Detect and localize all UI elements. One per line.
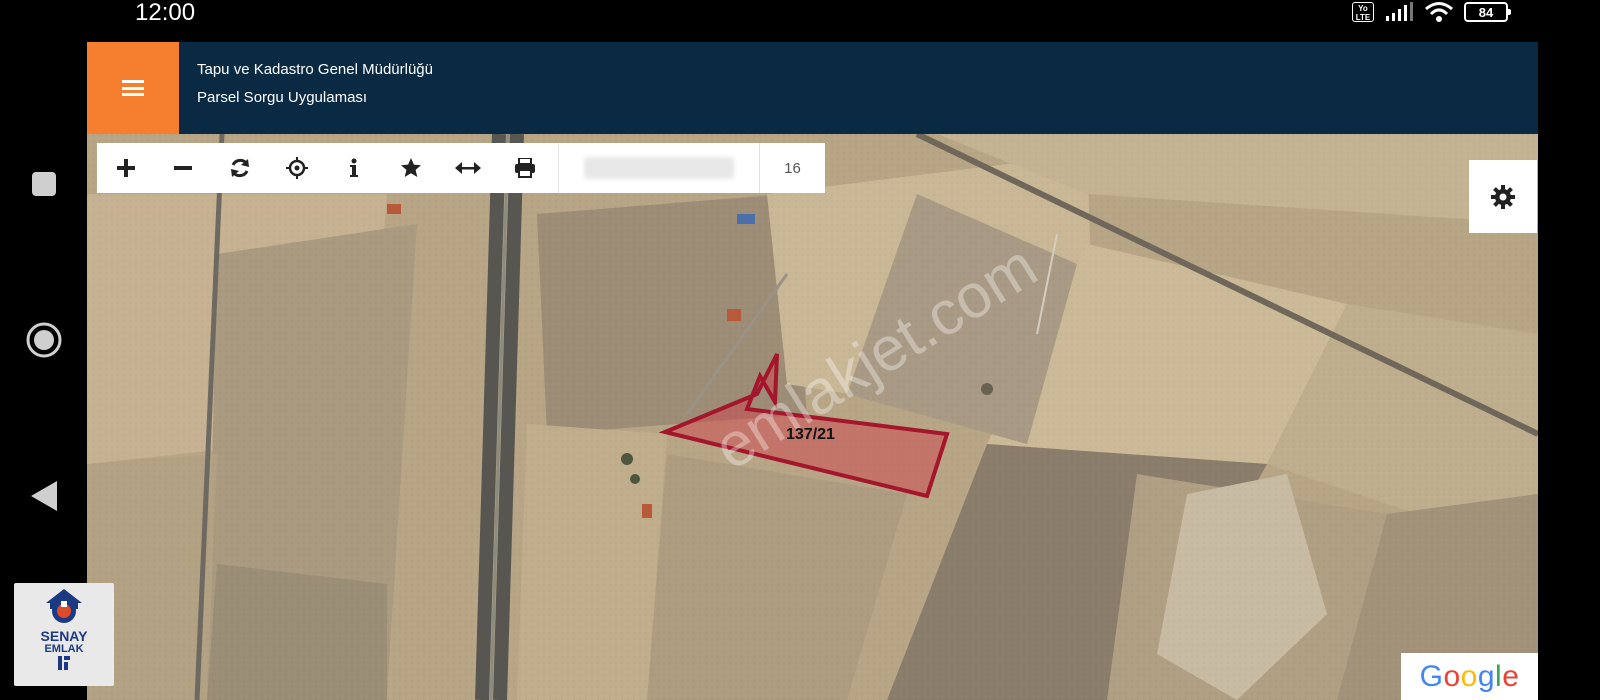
volte-icon: Yo LTE — [1352, 2, 1374, 22]
locate-button[interactable] — [268, 143, 325, 193]
back-triangle-icon — [31, 481, 57, 511]
clock: 12:00 — [135, 0, 196, 26]
square-icon — [32, 172, 56, 196]
info-icon — [349, 158, 358, 177]
info-button[interactable] — [325, 143, 382, 193]
zoom-level-field[interactable]: 16 — [759, 143, 825, 193]
header-title: Tapu ve Kadastro Genel Müdürlüğü — [197, 61, 433, 78]
printer-icon — [514, 158, 535, 178]
parcel-label[interactable]: 137/21 — [786, 426, 835, 444]
satellite-map[interactable]: emlakjet.com 137/21 — [87, 134, 1538, 700]
logo-title: SENAY — [40, 628, 88, 644]
status-icons: Yo LTE 84 — [1352, 0, 1511, 24]
plus-icon — [116, 159, 135, 177]
settings-button[interactable] — [1469, 160, 1537, 233]
app-header: Tapu ve Kadastro Genel Müdürlüğü Parsel … — [87, 42, 1538, 134]
senay-emlak-logo: SENAY EMLAK — [14, 583, 114, 686]
zoom-out-button[interactable] — [154, 143, 211, 193]
redacted-search-value — [584, 157, 734, 179]
star-icon — [400, 158, 421, 177]
header-subtitle: Parsel Sorgu Uygulaması — [197, 89, 368, 106]
refresh-button[interactable] — [211, 143, 268, 193]
signal-icon — [1386, 2, 1413, 21]
crosshair-icon — [285, 157, 308, 179]
gear-icon — [1491, 184, 1515, 209]
home-button[interactable] — [22, 318, 66, 362]
status-bar: 12:00 Yo LTE 84 — [87, 0, 1538, 42]
zoom-in-button[interactable] — [97, 143, 154, 193]
google-attribution: Google — [1401, 653, 1538, 700]
measure-button[interactable] — [439, 143, 496, 193]
house-logo-icon — [46, 589, 82, 623]
header-title-block: Tapu ve Kadastro Genel Müdürlüğü Parsel … — [197, 56, 433, 112]
refresh-icon — [230, 158, 249, 178]
parcel-search-field[interactable] — [558, 143, 759, 193]
menu-button[interactable] — [87, 42, 179, 134]
map-toolbar: 16 — [97, 143, 825, 193]
battery-indicator: 84 — [1464, 2, 1511, 22]
logo-mark-icon — [58, 656, 70, 670]
google-logo-text: Google — [1419, 659, 1520, 693]
minus-icon — [173, 166, 192, 170]
print-button[interactable] — [496, 143, 553, 193]
hamburger-icon — [122, 80, 144, 96]
horizontal-arrows-icon — [454, 162, 481, 174]
circle-icon — [26, 322, 62, 358]
favorite-button[interactable] — [382, 143, 439, 193]
back-button[interactable] — [22, 474, 66, 518]
recents-button[interactable] — [22, 162, 66, 206]
logo-subtitle: EMLAK — [44, 643, 84, 655]
wifi-icon — [1425, 2, 1453, 22]
